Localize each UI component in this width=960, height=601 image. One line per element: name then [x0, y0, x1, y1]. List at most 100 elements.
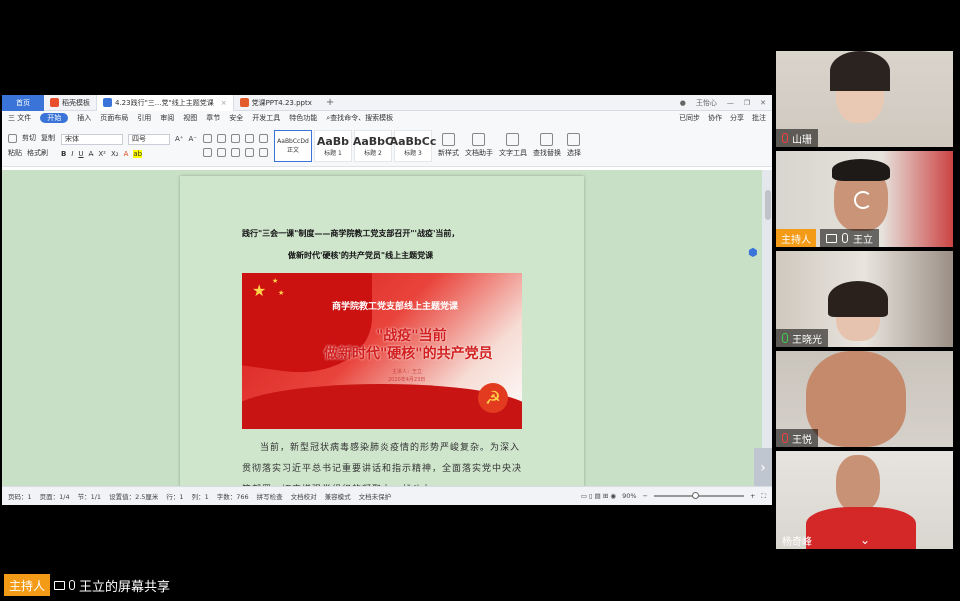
outdent-icon[interactable]	[244, 134, 254, 143]
menu-view[interactable]: 视图	[183, 113, 197, 123]
style-heading-2[interactable]: AaBbC 标题 2	[352, 129, 394, 162]
indent-icon[interactable]	[230, 134, 240, 143]
participant-tile[interactable]: 王晓光	[776, 251, 953, 347]
protect-status[interactable]: 文档未保护	[359, 491, 392, 501]
close-tab-icon[interactable]: ×	[221, 99, 227, 107]
tab-templates[interactable]: 稻壳模板	[44, 95, 96, 111]
shared-screen-window: 首页 稻壳模板 4.23践行"三...党"线上主题党课 × 党课PPT4.23.p…	[2, 95, 772, 505]
subscript-icon[interactable]: X₂	[111, 150, 119, 158]
menu-special[interactable]: 特色功能	[289, 113, 317, 123]
underline-icon[interactable]: U	[78, 150, 83, 158]
new-style-label: 新样式	[437, 149, 459, 157]
highlight-icon[interactable]: ab	[133, 149, 143, 158]
doc-assistant-button[interactable]: 文档助手	[465, 133, 493, 158]
chevron-down-icon[interactable]: ⌄	[860, 533, 870, 547]
chevron-right-icon[interactable]: ›	[754, 448, 772, 488]
document-page[interactable]: 践行"三会一课"制度——商学院教工党支部召开"'战疫'当前， 做新时代'硬核'的…	[180, 176, 584, 505]
menu-dev-tools[interactable]: 开发工具	[252, 113, 280, 123]
tab-pptx[interactable]: 党课PPT4.23.pptx	[234, 95, 318, 111]
avatar-icon[interactable]: ●	[680, 99, 686, 107]
participant-nametag: 主持人 王立	[776, 229, 879, 247]
party-emblem-icon: ☭	[478, 383, 508, 413]
status-words[interactable]: 字数：766	[217, 491, 249, 501]
zoom-slider[interactable]	[653, 492, 744, 499]
style-heading-3[interactable]: AaBbCc 标题 3	[390, 129, 436, 162]
text-tools-button[interactable]: 文字工具	[499, 133, 527, 158]
restore-icon[interactable]: ❐	[744, 99, 750, 107]
shrink-font-icon[interactable]: A⁻	[188, 135, 196, 143]
sync-button[interactable]: 已同步	[679, 113, 700, 123]
menu-start[interactable]: 开始	[40, 113, 69, 123]
style-heading-1[interactable]: AaBb 标题 1	[313, 129, 352, 162]
copy-button[interactable]: 复制	[41, 133, 55, 143]
align-center-icon[interactable]	[216, 148, 226, 157]
tab-document[interactable]: 4.23践行"三...党"线上主题党课 ×	[96, 95, 234, 111]
participant-tile[interactable]: 王悦	[776, 351, 953, 447]
justify-icon[interactable]	[244, 148, 254, 157]
style-preview: AaBbC	[352, 134, 394, 148]
style-gallery: AaBbCcDd 正文 AaBb 标题 1 AaBbC 标题 2 AaBbCc 标题 3	[273, 129, 436, 162]
bold-icon[interactable]: B	[61, 150, 66, 158]
cut-button[interactable]: 剪切	[22, 133, 36, 143]
search-command[interactable]: ⌕查找命令、搜索模板	[326, 113, 393, 123]
participant-tile[interactable]: 主持人 王立	[776, 151, 953, 247]
format-painter-button[interactable]: 格式刷	[27, 148, 48, 158]
status-section: 节：1/1	[77, 493, 102, 501]
align-left-icon[interactable]	[202, 148, 212, 157]
tab-home-label: 首页	[16, 98, 30, 107]
zoom-in-icon[interactable]: +	[750, 492, 755, 500]
font-name-select[interactable]: 宋体	[61, 133, 123, 145]
font-size-select[interactable]: 四号	[128, 133, 170, 145]
zoom-out-icon[interactable]: −	[643, 492, 648, 500]
sort-icon[interactable]	[258, 134, 268, 143]
menu-file[interactable]: 三 文件	[8, 113, 31, 123]
participant-tile[interactable]: 山珊	[776, 51, 953, 147]
view-mode-icons[interactable]: ▭ ▯ ▤ ⊞ ◉	[581, 492, 616, 500]
tab-home[interactable]: 首页	[2, 95, 44, 111]
grow-font-icon[interactable]: A⁺	[175, 135, 183, 143]
participant-video	[806, 351, 906, 447]
align-right-icon[interactable]	[230, 148, 240, 157]
scroll-thumb[interactable]	[765, 190, 771, 220]
select-icon	[567, 133, 581, 146]
paste-button[interactable]: 粘贴	[8, 148, 22, 158]
proofread-button[interactable]: 文档校对	[291, 491, 317, 501]
minimize-icon[interactable]: —	[727, 99, 734, 107]
font-color-icon[interactable]: A	[124, 150, 129, 158]
numbering-icon[interactable]	[216, 134, 226, 143]
bullets-icon[interactable]	[202, 134, 212, 143]
menu-security[interactable]: 安全	[229, 113, 243, 123]
fullscreen-icon[interactable]: ⛶	[761, 492, 766, 501]
zoom-level[interactable]: 90%	[622, 492, 636, 500]
collab-button[interactable]: 协作	[708, 113, 722, 123]
strikethrough-icon[interactable]: A̶	[89, 150, 94, 158]
line-spacing-icon[interactable]	[258, 148, 268, 157]
find-replace-button[interactable]: 查找替换	[533, 133, 561, 158]
style-name: 标题 1	[324, 149, 342, 157]
participant-tile[interactable]: 杨奇峰 ⌄	[776, 451, 953, 549]
new-tab-button[interactable]: +	[318, 97, 342, 108]
vertical-scrollbar[interactable]	[762, 170, 772, 486]
menu-chapter[interactable]: 章节	[206, 113, 220, 123]
superscript-icon[interactable]: X²	[98, 150, 106, 158]
new-style-button[interactable]: 新样式	[438, 133, 459, 158]
location-pin-icon[interactable]: ⬢	[748, 246, 762, 260]
comment-button[interactable]: 批注	[752, 113, 766, 123]
menu-page-layout[interactable]: 页面布局	[100, 113, 128, 123]
menu-review[interactable]: 审阅	[160, 113, 174, 123]
style-name: 标题 2	[364, 149, 382, 157]
user-name[interactable]: 王怡心	[696, 98, 717, 108]
style-normal[interactable]: AaBbCcDd 正文	[273, 129, 312, 162]
zoom-knob[interactable]	[692, 492, 700, 499]
select-button[interactable]: 选择	[567, 133, 581, 158]
italic-icon[interactable]: I	[71, 150, 73, 158]
menu-insert[interactable]: 插入	[77, 113, 91, 123]
spell-check-button[interactable]: 拼写检查	[257, 491, 283, 501]
share-button[interactable]: 分享	[730, 113, 744, 123]
status-page[interactable]: 页码：1	[8, 491, 32, 501]
close-window-icon[interactable]: ✕	[760, 99, 766, 107]
menu-reference[interactable]: 引用	[137, 113, 151, 123]
document-area[interactable]: 践行"三会一课"制度——商学院教工党支部召开"'战疫'当前， 做新时代'硬核'的…	[2, 170, 772, 505]
status-pages[interactable]: 页面：1/4	[40, 491, 70, 501]
paste-icon[interactable]	[8, 133, 17, 143]
